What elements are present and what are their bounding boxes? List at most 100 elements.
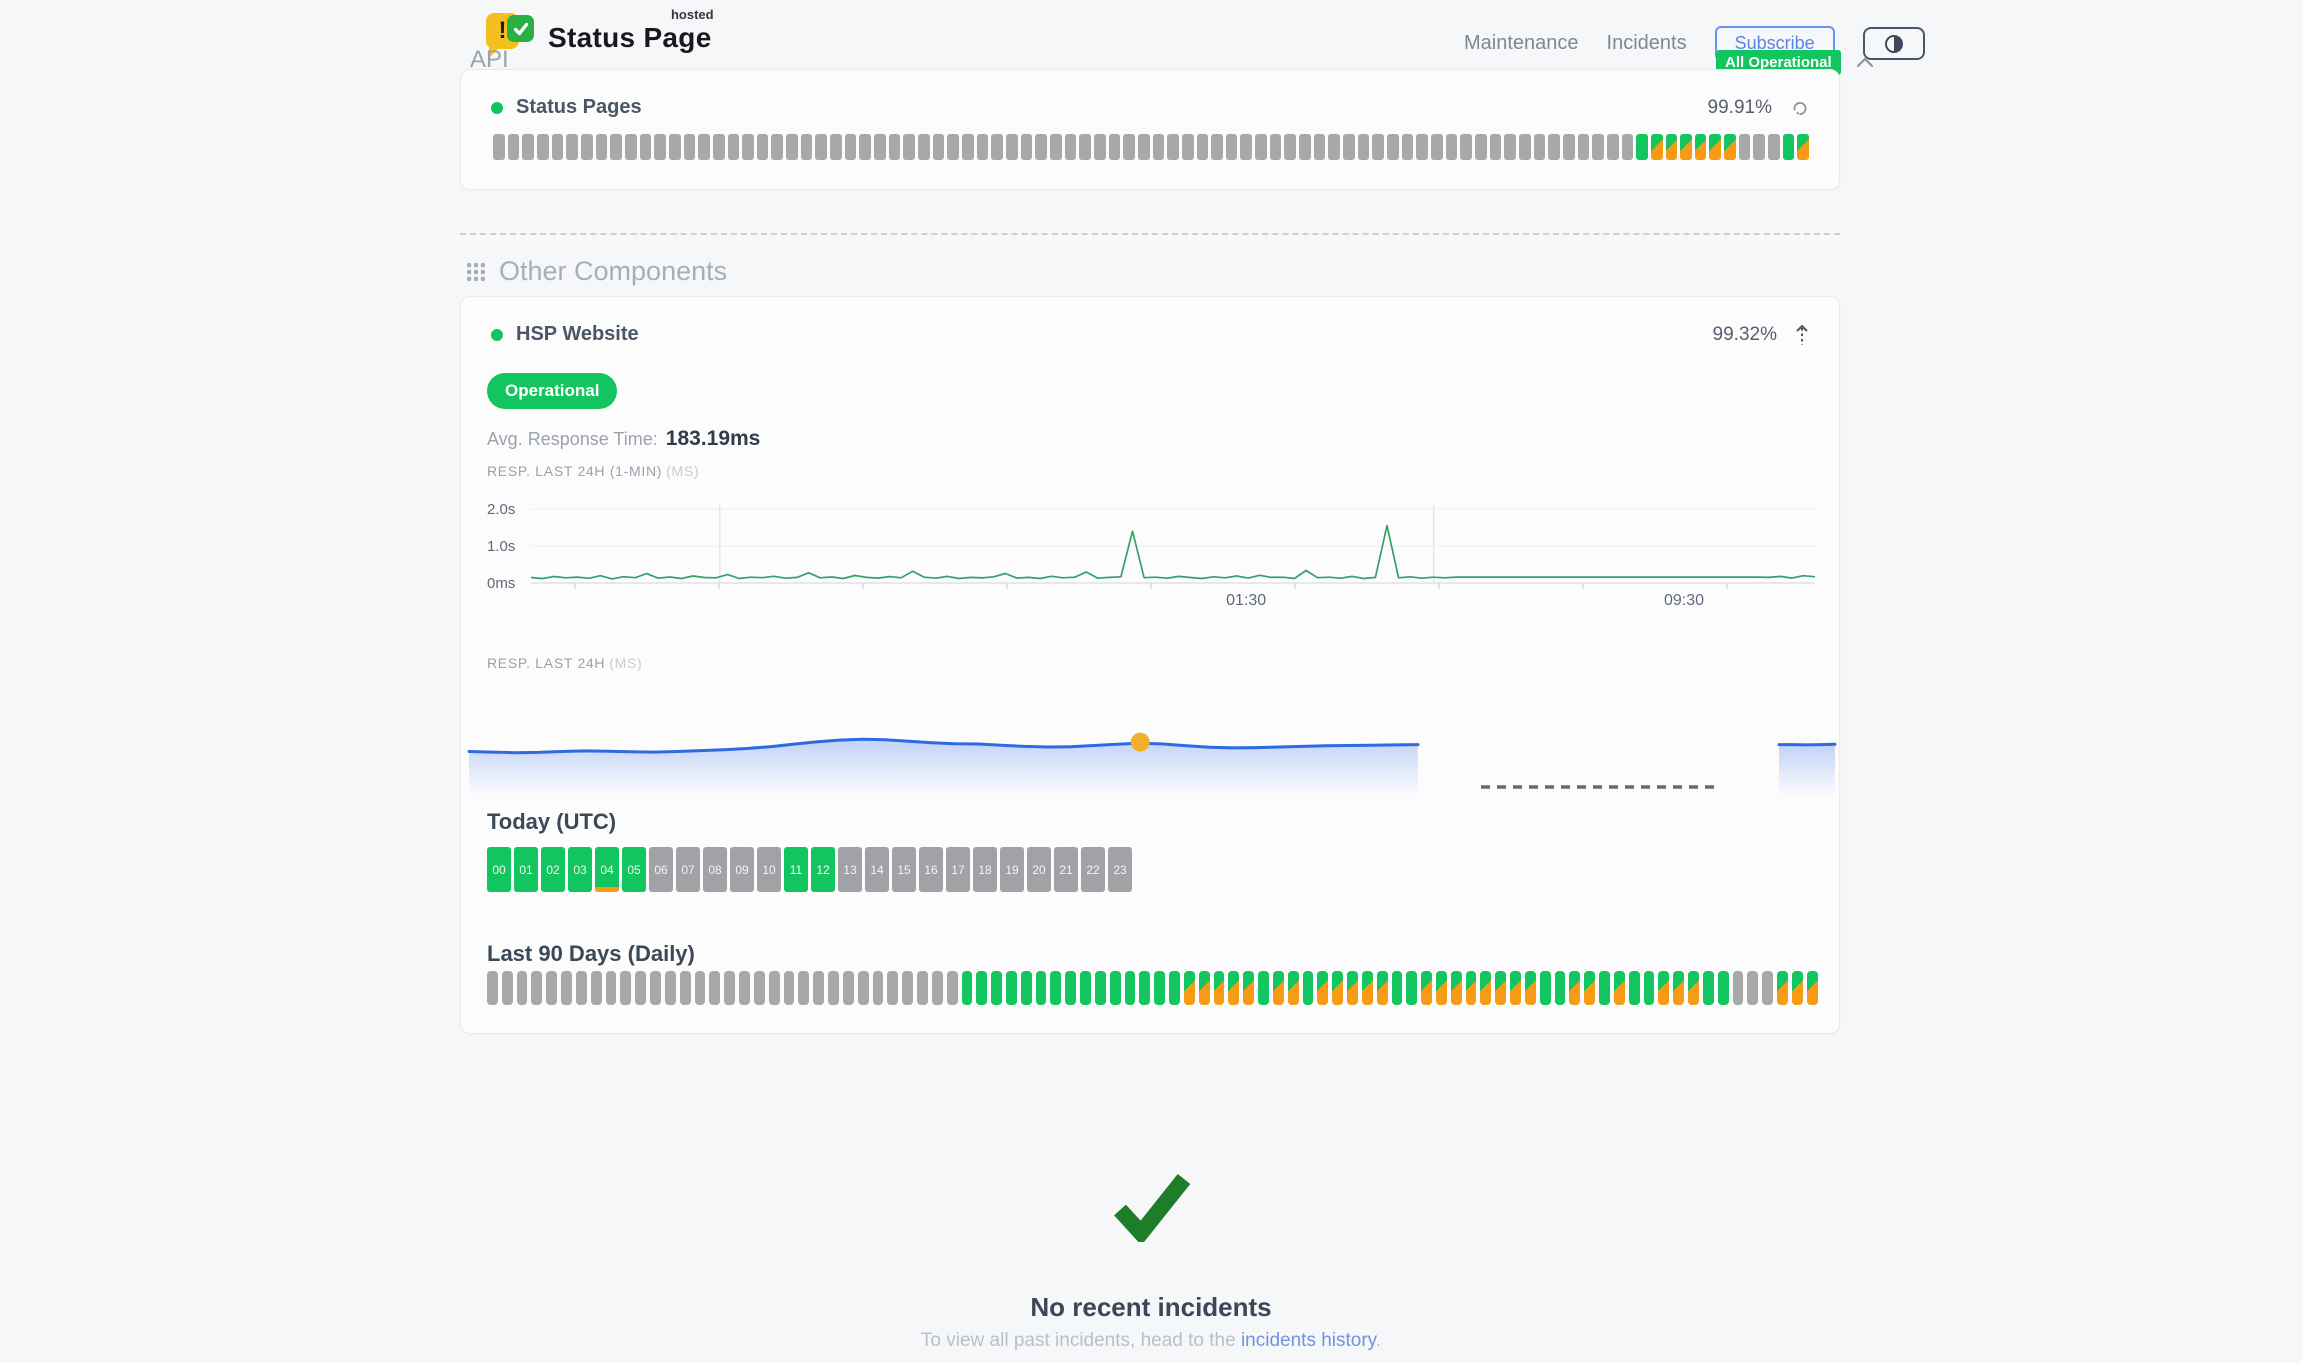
daily-uptime-bar[interactable] xyxy=(1006,971,1017,1005)
daily-uptime-bar[interactable] xyxy=(635,971,646,1005)
uptime-bar[interactable] xyxy=(566,134,578,160)
uptime-bar[interactable] xyxy=(596,134,608,160)
daily-uptime-bar[interactable] xyxy=(769,971,780,1005)
daily-uptime-bar[interactable] xyxy=(1065,971,1076,1005)
uptime-bar[interactable] xyxy=(713,134,725,160)
daily-uptime-bar[interactable] xyxy=(1718,971,1729,1005)
daily-uptime-bar[interactable] xyxy=(858,971,869,1005)
uptime-bar[interactable] xyxy=(1534,134,1546,160)
nav-incidents[interactable]: Incidents xyxy=(1607,32,1687,55)
uptime-bar[interactable] xyxy=(1666,134,1678,160)
hour-box-18[interactable]: 18 xyxy=(973,847,997,892)
uptime-bar[interactable] xyxy=(1123,134,1135,160)
daily-uptime-bar[interactable] xyxy=(1392,971,1403,1005)
daily-uptime-bar[interactable] xyxy=(1451,971,1462,1005)
expand-icon[interactable] xyxy=(1795,324,1809,346)
hour-box-21[interactable]: 21 xyxy=(1054,847,1078,892)
daily-uptime-bar[interactable] xyxy=(1332,971,1343,1005)
uptime-bar[interactable] xyxy=(801,134,813,160)
daily-uptime-bar[interactable] xyxy=(1644,971,1655,1005)
daily-uptime-bar[interactable] xyxy=(932,971,943,1005)
uptime-bar[interactable] xyxy=(537,134,549,160)
hour-box-17[interactable]: 17 xyxy=(946,847,970,892)
daily-uptime-bar[interactable] xyxy=(1243,971,1254,1005)
uptime-bar[interactable] xyxy=(1709,134,1721,160)
hour-box-22[interactable]: 22 xyxy=(1081,847,1105,892)
uptime-bar[interactable] xyxy=(1519,134,1531,160)
daily-uptime-bar[interactable] xyxy=(976,971,987,1005)
daily-uptime-bar[interactable] xyxy=(1807,971,1818,1005)
uptime-bar[interactable] xyxy=(1226,134,1238,160)
uptime-bar[interactable] xyxy=(522,134,534,160)
uptime-bar[interactable] xyxy=(1299,134,1311,160)
uptime-bar[interactable] xyxy=(1284,134,1296,160)
daily-uptime-bar[interactable] xyxy=(1214,971,1225,1005)
uptime-bar[interactable] xyxy=(771,134,783,160)
uptime-bar[interactable] xyxy=(1255,134,1267,160)
uptime-bar[interactable] xyxy=(757,134,769,160)
daily-uptime-bar[interactable] xyxy=(1110,971,1121,1005)
uptime-bar[interactable] xyxy=(1739,134,1751,160)
response-time-daily-chart[interactable] xyxy=(467,701,1837,803)
hour-box-11[interactable]: 11 xyxy=(784,847,808,892)
incidents-history-link[interactable]: incidents history xyxy=(1241,1330,1376,1351)
daily-uptime-bar[interactable] xyxy=(591,971,602,1005)
daily-uptime-bar[interactable] xyxy=(1139,971,1150,1005)
daily-uptime-bar[interactable] xyxy=(1525,971,1536,1005)
uptime-bar[interactable] xyxy=(1563,134,1575,160)
daily-uptime-bar[interactable] xyxy=(502,971,513,1005)
daily-uptime-bar[interactable] xyxy=(1510,971,1521,1005)
daily-uptime-bar[interactable] xyxy=(1747,971,1758,1005)
uptime-bar[interactable] xyxy=(1592,134,1604,160)
uptime-bar[interactable] xyxy=(1270,134,1282,160)
uptime-bar[interactable] xyxy=(903,134,915,160)
daily-uptime-bar[interactable] xyxy=(1362,971,1373,1005)
uptime-bar[interactable] xyxy=(640,134,652,160)
daily-uptime-bar[interactable] xyxy=(620,971,631,1005)
daily-uptime-bar[interactable] xyxy=(1095,971,1106,1005)
daily-uptime-bar[interactable] xyxy=(1184,971,1195,1005)
uptime-bar[interactable] xyxy=(1240,134,1252,160)
daily-uptime-bar[interactable] xyxy=(695,971,706,1005)
daily-uptime-bar[interactable] xyxy=(1673,971,1684,1005)
daily-uptime-bar[interactable] xyxy=(813,971,824,1005)
uptime-bar[interactable] xyxy=(581,134,593,160)
uptime-bar[interactable] xyxy=(493,134,505,160)
uptime-bar[interactable] xyxy=(1416,134,1428,160)
hour-box-08[interactable]: 08 xyxy=(703,847,727,892)
uptime-bar[interactable] xyxy=(1490,134,1502,160)
hour-box-16[interactable]: 16 xyxy=(919,847,943,892)
uptime-bar[interactable] xyxy=(1387,134,1399,160)
uptime-bar[interactable] xyxy=(1021,134,1033,160)
hour-box-00[interactable]: 00 xyxy=(487,847,511,892)
uptime-bar[interactable] xyxy=(1328,134,1340,160)
uptime-bar[interactable] xyxy=(1343,134,1355,160)
daily-uptime-bar[interactable] xyxy=(1317,971,1328,1005)
uptime-bar[interactable] xyxy=(918,134,930,160)
uptime-bar[interactable] xyxy=(1607,134,1619,160)
daily-uptime-bar[interactable] xyxy=(576,971,587,1005)
daily-uptime-bar[interactable] xyxy=(1614,971,1625,1005)
daily-uptime-bar[interactable] xyxy=(1169,971,1180,1005)
uptime-bar[interactable] xyxy=(1372,134,1384,160)
uptime-bar[interactable] xyxy=(874,134,886,160)
uptime-bar[interactable] xyxy=(1724,134,1736,160)
daily-uptime-bar[interactable] xyxy=(962,971,973,1005)
uptime-bar[interactable] xyxy=(1768,134,1780,160)
daily-uptime-bar[interactable] xyxy=(1792,971,1803,1005)
hour-box-14[interactable]: 14 xyxy=(865,847,889,892)
uptime-bar[interactable] xyxy=(1109,134,1121,160)
daily-uptime-bar[interactable] xyxy=(1584,971,1595,1005)
uptime-bar[interactable] xyxy=(1314,134,1326,160)
uptime-bar[interactable] xyxy=(1402,134,1414,160)
daily-uptime-bar[interactable] xyxy=(1688,971,1699,1005)
nav-maintenance[interactable]: Maintenance xyxy=(1464,32,1579,55)
daily-uptime-bar[interactable] xyxy=(1021,971,1032,1005)
uptime-bar[interactable] xyxy=(1182,134,1194,160)
uptime-bar[interactable] xyxy=(1138,134,1150,160)
daily-uptime-bar[interactable] xyxy=(665,971,676,1005)
daily-uptime-bar[interactable] xyxy=(1199,971,1210,1005)
hour-box-04[interactable]: 04 xyxy=(595,847,619,892)
hour-box-09[interactable]: 09 xyxy=(730,847,754,892)
uptime-bar[interactable] xyxy=(1651,134,1663,160)
